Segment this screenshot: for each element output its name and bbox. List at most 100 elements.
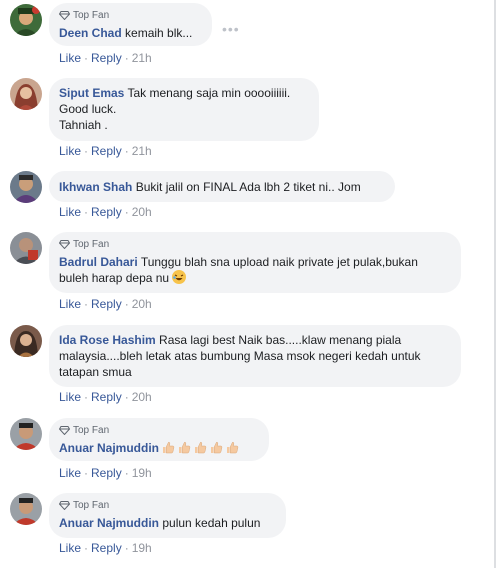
comment-actions: Like · Reply · 20h <box>59 390 152 404</box>
comment-text: Deen Chad kemaih blk... <box>59 25 200 41</box>
separator: · <box>124 51 129 65</box>
timestamp[interactable]: 21h <box>132 51 152 65</box>
thumbs-up-icon <box>163 441 175 454</box>
like-link[interactable]: Like <box>59 466 81 480</box>
comment-body-line-2: buleh harap depa nu <box>59 271 170 285</box>
diamond-icon <box>59 426 70 435</box>
comment-text: Badrul Dahari Tunggu blah sna upload nai… <box>59 254 449 286</box>
separator: · <box>84 390 89 404</box>
like-link[interactable]: Like <box>59 205 81 219</box>
comment-text: Ida Rose Hashim Rasa lagi best Naik bas.… <box>59 332 449 380</box>
diamond-icon <box>59 240 70 249</box>
thumbs-up-icon <box>211 441 223 454</box>
comment-body: pulun kedah pulun <box>162 516 261 530</box>
avatar[interactable] <box>10 78 42 110</box>
separator: · <box>84 466 89 480</box>
reply-link[interactable]: Reply <box>91 144 122 158</box>
laughing-emoji-icon <box>172 270 187 284</box>
reply-link[interactable]: Reply <box>91 541 122 555</box>
top-fan-badge: Top Fan <box>59 499 274 512</box>
comment-text: Siput Emas Tak menang saja min ooooiiiii… <box>59 85 307 133</box>
separator: · <box>124 205 129 219</box>
comment-body-line-1: Rasa lagi best Naik bas.....klaw menang … <box>159 333 402 347</box>
reply-link[interactable]: Reply <box>91 297 122 311</box>
comment-bubble: Top Fan Deen Chad kemaih blk... <box>49 3 212 46</box>
commenter-name[interactable]: Anuar Najmuddin <box>59 516 159 530</box>
avatar[interactable] <box>10 4 42 36</box>
separator: · <box>124 297 129 311</box>
reply-link[interactable]: Reply <box>91 51 122 65</box>
avatar-image <box>10 4 42 36</box>
avatar-image <box>10 418 42 450</box>
avatar-image <box>10 171 42 203</box>
diamond-icon <box>59 501 70 510</box>
comment-bubble: Siput Emas Tak menang saja min ooooiiiii… <box>49 78 319 141</box>
top-fan-badge: Top Fan <box>59 9 200 22</box>
commenter-name[interactable]: Anuar Najmuddin <box>59 441 159 455</box>
reply-link[interactable]: Reply <box>91 466 122 480</box>
comment-text: Anuar Najmuddin pulun kedah pulun <box>59 515 274 531</box>
thumbs-up-icon <box>179 441 191 454</box>
comment-body-line-2: malaysia....bleh letak atas bumbung Masa… <box>59 349 421 363</box>
avatar[interactable] <box>10 418 42 450</box>
like-link[interactable]: Like <box>59 390 81 404</box>
comment-actions: Like · Reply · 21h <box>59 51 152 65</box>
avatar-image <box>10 493 42 525</box>
commenter-name[interactable]: Badrul Dahari <box>59 255 138 269</box>
like-link[interactable]: Like <box>59 144 81 158</box>
badge-label: Top Fan <box>73 10 110 21</box>
commenter-name[interactable]: Deen Chad <box>59 26 122 40</box>
comment-body-line-1: Tak menang saja min ooooiiiiii. <box>127 86 291 100</box>
timestamp[interactable]: 20h <box>132 297 152 311</box>
commenter-name[interactable]: Ikhwan Shah <box>59 180 132 194</box>
more-options-icon[interactable]: ••• <box>222 21 240 37</box>
like-link[interactable]: Like <box>59 51 81 65</box>
like-link[interactable]: Like <box>59 297 81 311</box>
timestamp[interactable]: 20h <box>132 205 152 219</box>
badge-label: Top Fan <box>73 425 110 436</box>
badge-label: Top Fan <box>73 239 110 250</box>
comment-body-line-3: Tahniah . <box>59 118 108 132</box>
timestamp[interactable]: 19h <box>132 466 152 480</box>
comment-actions: Like · Reply · 20h <box>59 297 152 311</box>
comment-bubble: Ida Rose Hashim Rasa lagi best Naik bas.… <box>49 325 461 387</box>
separator: · <box>124 144 129 158</box>
avatar[interactable] <box>10 325 42 357</box>
comment-bubble: Top Fan Badrul Dahari Tunggu blah sna up… <box>49 232 461 293</box>
reply-link[interactable]: Reply <box>91 205 122 219</box>
comment-actions: Like · Reply · 19h <box>59 466 152 480</box>
timestamp[interactable]: 19h <box>132 541 152 555</box>
avatar-image <box>10 78 42 110</box>
timestamp[interactable]: 20h <box>132 390 152 404</box>
separator: · <box>124 541 129 555</box>
thumbs-up-emoji-row <box>162 441 242 455</box>
comment-body-line-3: tatapan smua <box>59 365 132 379</box>
separator: · <box>124 390 129 404</box>
separator: · <box>84 297 89 311</box>
comment-body-line-2: Good luck. <box>59 102 117 116</box>
comment-text: Ikhwan Shah Bukit jalil on FINAL Ada lbh… <box>59 179 383 195</box>
top-fan-badge: Top Fan <box>59 238 449 251</box>
separator: · <box>84 541 89 555</box>
commenter-name[interactable]: Siput Emas <box>59 86 124 100</box>
avatar[interactable] <box>10 493 42 525</box>
top-fan-badge: Top Fan <box>59 424 257 437</box>
thumbs-up-icon <box>195 441 207 454</box>
comment-body: kemaih blk... <box>125 26 193 40</box>
commenter-name[interactable]: Ida Rose Hashim <box>59 333 156 347</box>
avatar[interactable] <box>10 232 42 264</box>
avatar-image <box>10 232 42 264</box>
comment-bubble: Ikhwan Shah Bukit jalil on FINAL Ada lbh… <box>49 171 395 202</box>
separator: · <box>124 466 129 480</box>
thumbs-up-icon <box>227 441 239 454</box>
separator: · <box>84 144 89 158</box>
separator: · <box>84 51 89 65</box>
reply-link[interactable]: Reply <box>91 390 122 404</box>
diamond-icon <box>59 11 70 20</box>
like-link[interactable]: Like <box>59 541 81 555</box>
separator: · <box>84 205 89 219</box>
comment-text: Anuar Najmuddin <box>59 440 257 456</box>
timestamp[interactable]: 21h <box>132 144 152 158</box>
comment-bubble: Top Fan Anuar Najmuddin <box>49 418 269 461</box>
avatar[interactable] <box>10 171 42 203</box>
